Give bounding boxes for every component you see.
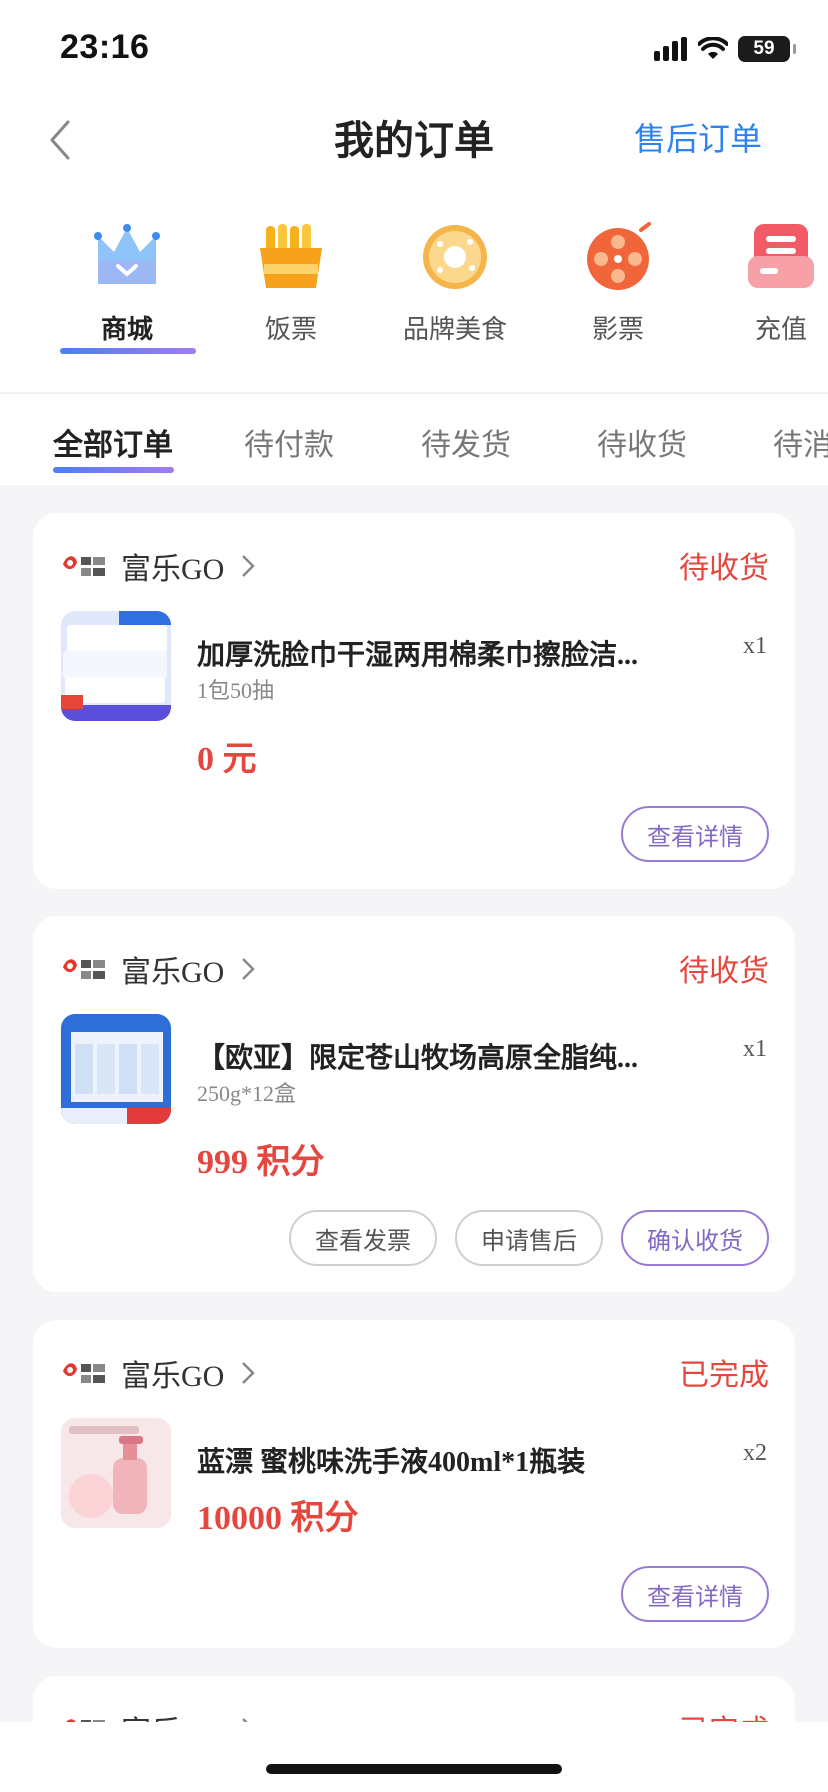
- page: 23:16 59 我的订单 售后订单 商城 饭票 品牌美食 影票 充值 全部订单…: [0, 0, 828, 1792]
- meal-ticket-icon: [260, 224, 322, 288]
- battery-icon: 59: [738, 36, 796, 62]
- wifi-icon: [698, 37, 728, 59]
- nav-bar: 我的订单 售后订单: [0, 96, 828, 184]
- product-spec: 250g*12盒: [197, 1081, 297, 1106]
- chevron-right-icon: [242, 1362, 256, 1384]
- tab-all-orders[interactable]: 全部订单: [53, 420, 173, 464]
- product-quantity: x1: [743, 633, 767, 659]
- tab-pending-use[interactable]: 待消: [773, 420, 828, 464]
- chevron-right-icon: [242, 555, 256, 577]
- category-label: 商城: [100, 314, 153, 344]
- view-details-button[interactable]: 查看详情: [621, 806, 769, 862]
- shop-name: 富乐GO: [121, 956, 225, 989]
- category-label: 品牌美食: [402, 314, 507, 344]
- category-bar: 商城 饭票 品牌美食 影票 充值: [0, 210, 828, 360]
- category-label: 充值: [754, 314, 807, 344]
- status-icons: 59: [654, 34, 796, 64]
- order-price: 0 元: [197, 741, 257, 778]
- donut-icon: [423, 225, 487, 289]
- category-mall[interactable]: 商城: [62, 210, 192, 346]
- tab-active-indicator: [53, 467, 174, 473]
- category-active-indicator: [60, 348, 196, 354]
- category-brand-food[interactable]: 品牌美食: [390, 210, 520, 346]
- bottom-safe-area: [0, 1722, 828, 1792]
- category-label: 饭票: [264, 314, 317, 344]
- product-image[interactable]: [61, 1418, 171, 1528]
- product-name[interactable]: 【欧亚】限定苍山牧场高原全脂纯...: [197, 1036, 687, 1076]
- product-quantity: x2: [743, 1440, 767, 1466]
- category-meal-ticket[interactable]: 饭票: [226, 210, 356, 346]
- confirm-receipt-button[interactable]: 确认收货: [621, 1210, 769, 1266]
- recharge-icon: [748, 224, 814, 288]
- shop-logo-icon: [63, 1363, 105, 1383]
- category-label: 影票: [591, 314, 644, 344]
- category-movie-ticket[interactable]: 影票: [553, 210, 683, 346]
- product-spec: 1包50抽: [197, 678, 275, 703]
- signal-icon: [654, 37, 687, 61]
- product-name[interactable]: 蓝漂 蜜桃味洗手液400ml*1瓶装: [197, 1440, 687, 1480]
- shop-header[interactable]: 富乐GO: [61, 541, 256, 591]
- order-tabs: 全部订单 待付款 待发货 待收货 待消: [0, 393, 828, 485]
- apply-after-sales-button[interactable]: 申请售后: [455, 1210, 603, 1266]
- view-details-button[interactable]: 查看详情: [621, 1566, 769, 1622]
- shop-logo-icon: [63, 959, 105, 979]
- order-card[interactable]: 富乐GO 待收货 【欧亚】限定苍山牧场高原全脂纯... x1 250g*12盒 …: [33, 916, 795, 1292]
- shop-name: 富乐GO: [121, 553, 225, 586]
- order-price: 10000 积分: [197, 1500, 359, 1537]
- order-card[interactable]: 富乐GO 待收货 加厚洗脸巾干湿两用棉柔巾擦脸洁... x1 1包50抽 0 元…: [33, 513, 795, 889]
- status-time: 23:16: [60, 28, 150, 66]
- shop-header[interactable]: 富乐GO: [61, 944, 256, 994]
- shop-name: 富乐GO: [121, 1360, 225, 1393]
- mall-crown-icon: [94, 224, 160, 284]
- order-card[interactable]: 富乐GO 已完成 蓝漂 蜜桃味洗手液400ml*1瓶装 x2 10000 积分 …: [33, 1320, 795, 1648]
- status-bar: 23:16 59: [0, 0, 828, 96]
- home-indicator[interactable]: [266, 1764, 562, 1774]
- product-image[interactable]: [61, 611, 171, 721]
- film-reel-icon: [587, 222, 651, 290]
- view-invoice-button[interactable]: 查看发票: [289, 1210, 437, 1266]
- order-price: 999 积分: [197, 1144, 325, 1181]
- order-status: 待收货: [679, 552, 769, 585]
- tab-pending-payment[interactable]: 待付款: [244, 420, 334, 464]
- order-status: 已完成: [679, 1359, 769, 1392]
- product-image[interactable]: [61, 1014, 171, 1124]
- category-recharge[interactable]: 充值: [716, 210, 828, 346]
- order-status: 待收货: [679, 955, 769, 988]
- shop-logo-icon: [63, 556, 105, 576]
- tab-pending-receipt[interactable]: 待收货: [597, 420, 687, 464]
- product-quantity: x1: [743, 1036, 767, 1062]
- tab-pending-shipment[interactable]: 待发货: [421, 420, 511, 464]
- chevron-right-icon: [242, 958, 256, 980]
- after-sales-orders-link[interactable]: 售后订单: [634, 114, 762, 160]
- product-name[interactable]: 加厚洗脸巾干湿两用棉柔巾擦脸洁...: [197, 633, 687, 673]
- shop-header[interactable]: 富乐GO: [61, 1348, 256, 1398]
- header-area: 23:16 59 我的订单 售后订单 商城 饭票 品牌美食 影票 充值: [0, 0, 828, 392]
